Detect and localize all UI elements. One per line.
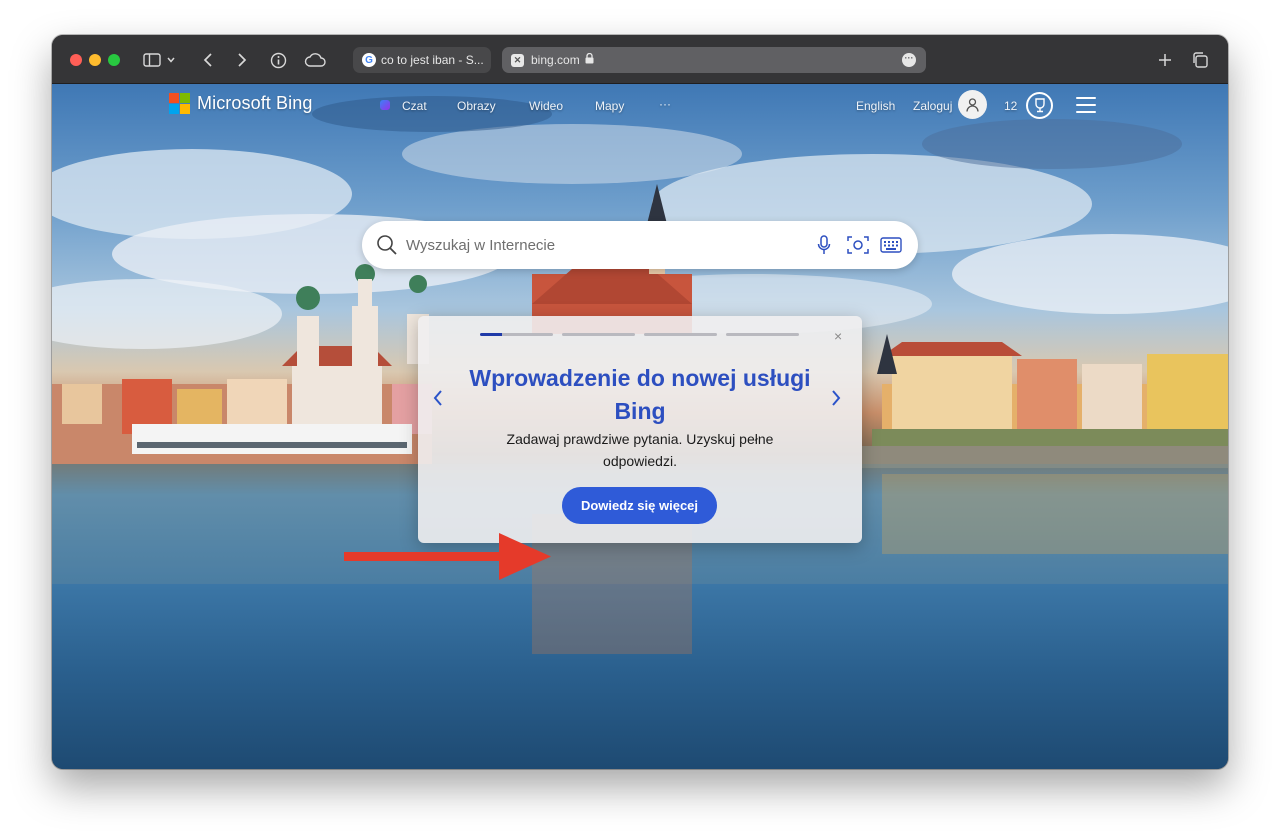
new-tab-icon[interactable] — [1153, 48, 1177, 72]
rewards-trophy-icon[interactable] — [1026, 92, 1053, 119]
browser-window: G co to jest iban - S... ✕ bing.com ··· — [52, 35, 1228, 769]
carousel-step-2[interactable] — [562, 333, 635, 336]
bing-tab-icon: ✕ — [511, 53, 524, 67]
minimize-window-button[interactable] — [89, 54, 101, 66]
close-window-button[interactable] — [70, 54, 82, 66]
carousel-step-1[interactable] — [480, 333, 553, 336]
tab-title: co to jest iban - S... — [381, 53, 484, 67]
nav-images[interactable]: Obrazy — [457, 99, 496, 113]
search-input[interactable] — [406, 233, 796, 257]
menu-icon[interactable] — [1076, 97, 1096, 113]
nav-maps[interactable]: Mapy — [595, 99, 624, 113]
forward-icon[interactable] — [230, 48, 254, 72]
tab-url: bing.com — [531, 53, 580, 67]
tab-bing[interactable]: ✕ bing.com ··· — [502, 47, 926, 73]
close-icon[interactable]: × — [834, 329, 842, 343]
cloud-icon[interactable] — [302, 48, 328, 72]
bing-homepage: Microsoft Bing Czat Obrazy Wideo Mapy ··… — [52, 84, 1228, 769]
visual-search-icon[interactable] — [845, 232, 871, 258]
search-icon — [376, 234, 398, 261]
chevron-left-icon[interactable] — [432, 388, 448, 412]
annotation-arrow-icon — [344, 533, 551, 580]
bing-logo[interactable]: Microsoft Bing — [169, 93, 312, 114]
chat-icon — [380, 100, 390, 110]
rewards-count[interactable]: 12 — [1004, 99, 1017, 113]
nav-video[interactable]: Wideo — [529, 99, 563, 113]
more-options-icon[interactable]: ··· — [902, 53, 916, 67]
carousel-step-3[interactable] — [644, 333, 717, 336]
logo-text: Microsoft Bing — [197, 93, 313, 113]
search-box[interactable] — [362, 221, 918, 269]
back-icon[interactable] — [196, 48, 220, 72]
intro-promo-card: × Wprowadzenie do nowej usługi Bing Zada… — [418, 316, 862, 543]
google-icon: G — [362, 53, 376, 67]
sidebar-icon[interactable] — [140, 48, 164, 72]
zoom-window-button[interactable] — [108, 54, 120, 66]
microsoft-logo-icon — [169, 93, 190, 114]
nav-chat[interactable]: Czat — [402, 99, 427, 113]
tab-google-search[interactable]: G co to jest iban - S... — [353, 47, 491, 73]
keyboard-icon[interactable] — [878, 232, 904, 258]
nav-more[interactable]: ··· — [659, 97, 671, 111]
language-link[interactable]: English — [856, 99, 895, 113]
lock-icon — [585, 52, 594, 67]
carousel-step-4[interactable] — [726, 333, 799, 336]
microphone-icon[interactable] — [811, 232, 837, 258]
user-avatar-icon[interactable] — [958, 90, 987, 119]
tab-overview-icon[interactable] — [1188, 48, 1212, 72]
browser-toolbar: G co to jest iban - S... ✕ bing.com ··· — [52, 35, 1228, 84]
promo-title: Wprowadzenie do nowej usługi Bing — [469, 365, 811, 424]
chevron-right-icon[interactable] — [830, 388, 846, 412]
info-icon[interactable] — [266, 48, 290, 72]
promo-subtitle: Zadawaj prawdziwe pytania. Uzyskuj pełne… — [506, 431, 774, 469]
chevron-down-icon[interactable] — [164, 48, 178, 72]
signin-link[interactable]: Zaloguj — [913, 99, 952, 113]
learn-more-button[interactable]: Dowiedz się więcej — [562, 487, 717, 524]
